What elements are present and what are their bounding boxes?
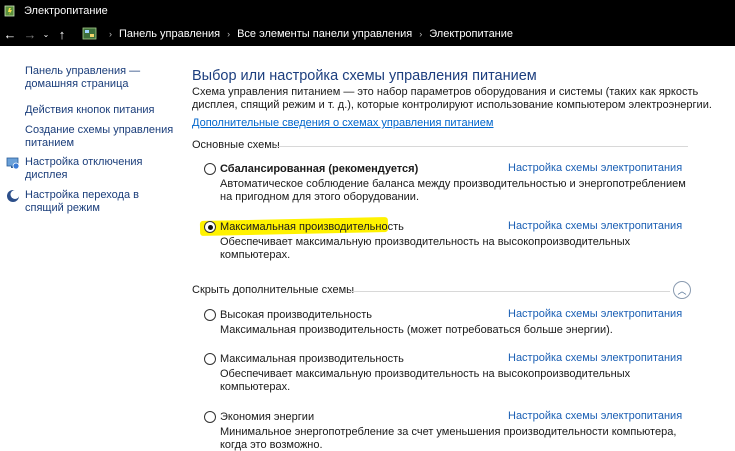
plan-description: Максимальная производительность (может п… — [220, 324, 613, 336]
moon-icon — [6, 189, 20, 203]
breadcrumb-separator: › — [227, 29, 231, 39]
more-info-link[interactable]: Дополнительные сведения о схемах управле… — [192, 117, 494, 129]
plan-name[interactable]: Максимальная производительность — [220, 353, 404, 365]
breadcrumb-power-options[interactable]: Электропитание — [429, 28, 513, 40]
power-options-icon — [4, 4, 18, 18]
sidebar-item-display-off[interactable]: Настройка отключения дисплея — [25, 156, 143, 182]
plan-radio-high-performance[interactable] — [204, 309, 216, 321]
main-content: Выбор или настройка схемы управления пит… — [192, 46, 735, 451]
plan-settings-link[interactable]: Настройка схемы электропитания — [508, 162, 682, 174]
page-title: Выбор или настройка схемы управления пит… — [192, 68, 537, 84]
sidebar-item-create-plan[interactable]: Создание схемы управления питанием — [25, 124, 173, 150]
plan-radio-ultimate-selected[interactable] — [204, 221, 216, 233]
group-divider — [276, 146, 688, 147]
navigation-bar: ← → ⌄ ↑ › Панель управления › Все элемен… — [0, 22, 735, 46]
plan-name[interactable]: Максимальная производительность — [220, 221, 404, 233]
plan-description: Автоматическое соблюдение баланса между … — [220, 178, 686, 203]
recent-locations-dropdown[interactable]: ⌄ — [40, 24, 52, 44]
plan-name[interactable]: Экономия энергии — [220, 411, 314, 423]
plan-description: Минимальное энергопотребление за счет ум… — [220, 426, 677, 451]
basic-plans-header: Основные схемы — [192, 139, 280, 151]
additional-plans-header[interactable]: Скрыть дополнительные схемы — [192, 284, 692, 296]
breadcrumb: › Панель управления › Все элементы панел… — [76, 27, 513, 41]
sidebar-item-control-panel-home[interactable]: Панель управления — домашняя страница — [25, 65, 140, 91]
sidebar-item-power-buttons[interactable]: Действия кнопок питания — [25, 104, 155, 117]
breadcrumb-control-panel[interactable]: Панель управления — [119, 28, 220, 40]
plan-name[interactable]: Сбалансированная (рекомендуется) — [220, 163, 418, 175]
plan-settings-link[interactable]: Настройка схемы электропитания — [508, 308, 682, 320]
forward-button[interactable]: → — [20, 24, 40, 44]
sidebar: Панель управления — домашняя страница Де… — [0, 46, 175, 451]
sidebar-item-sleep[interactable]: Настройка перехода в спящий режим — [25, 189, 139, 215]
plan-radio-ultimate-2[interactable] — [204, 353, 216, 365]
plan-balanced: Сбалансированная (рекомендуется) Настрой… — [204, 162, 724, 204]
group-divider — [350, 291, 670, 292]
plan-description: Обеспечивает максимальную производительн… — [220, 236, 631, 261]
breadcrumb-separator: › — [419, 29, 423, 39]
collapse-chevron-icon[interactable]: ︿ — [673, 281, 691, 299]
window-title: Электропитание — [24, 5, 108, 17]
plan-settings-link[interactable]: Настройка схемы электропитания — [508, 410, 682, 422]
plan-radio-balanced[interactable] — [204, 163, 216, 175]
plan-ultimate-performance: Максимальная производительность Настройк… — [204, 220, 724, 262]
plan-settings-link[interactable]: Настройка схемы электропитания — [508, 352, 682, 364]
breadcrumb-all-items[interactable]: Все элементы панели управления — [237, 28, 412, 40]
back-button[interactable]: ← — [0, 24, 20, 44]
page-description: Схема управления питанием — это набор па… — [192, 86, 712, 111]
control-panel-icon — [82, 27, 98, 41]
plan-description: Обеспечивает максимальную производительн… — [220, 368, 631, 393]
plan-name[interactable]: Высокая производительность — [220, 309, 372, 321]
display-icon — [6, 156, 20, 170]
up-button[interactable]: ↑ — [52, 24, 72, 44]
plan-high-performance: Высокая производительность Настройка схе… — [204, 308, 724, 337]
plan-power-saver: Экономия энергии Настройка схемы электро… — [204, 410, 724, 451]
plan-ultimate-performance-2: Максимальная производительность Настройк… — [204, 352, 724, 394]
plan-settings-link[interactable]: Настройка схемы электропитания — [508, 220, 682, 232]
breadcrumb-separator: › — [109, 29, 112, 39]
title-bar: Электропитание — [0, 0, 735, 22]
plan-radio-power-saver[interactable] — [204, 411, 216, 423]
